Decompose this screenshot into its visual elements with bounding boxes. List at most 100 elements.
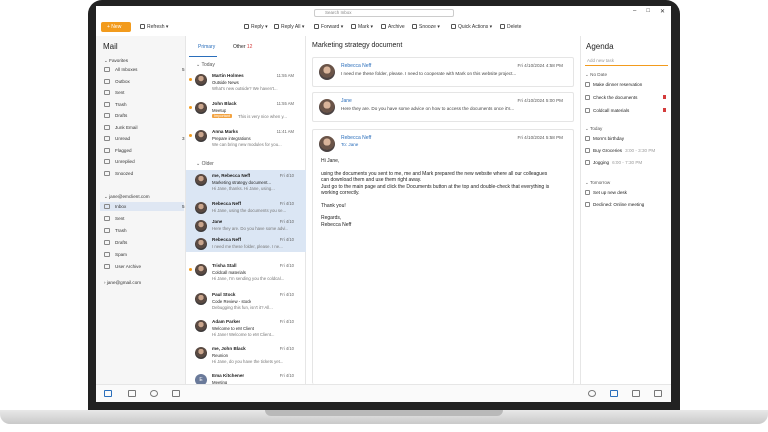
flag-icon[interactable] xyxy=(663,108,666,112)
agenda-group-no-date[interactable]: ⌄ No Date xyxy=(585,72,607,78)
favorites-header[interactable]: ⌄ Favorites xyxy=(104,58,128,64)
quick-actions-button[interactable]: Quick Actions ▾ xyxy=(451,24,492,30)
sidebar-item[interactable]: Flagged xyxy=(104,147,132,153)
chat-icon[interactable] xyxy=(632,390,640,397)
folder-icon xyxy=(104,101,110,107)
message-time: 11:41 AM xyxy=(276,129,294,134)
avatar xyxy=(195,238,207,250)
avatar xyxy=(195,102,207,114)
avatar xyxy=(195,347,207,359)
agenda-group-today[interactable]: ⌄ Today xyxy=(585,126,602,132)
event-icon xyxy=(585,190,590,195)
folder-icon xyxy=(104,264,110,269)
sidebar-item[interactable]: All Inboxes 5 xyxy=(104,67,185,72)
recipient[interactable]: To: Jane xyxy=(341,142,358,147)
agenda-item[interactable]: Buy Groceries 3:00 - 3:30 PM xyxy=(585,148,655,153)
message-time: 11:55 AM xyxy=(276,101,294,106)
new-button[interactable]: + New xyxy=(101,22,131,32)
thread-message[interactable]: Rebecca Neff Fri 4/10/2024 4:58 PM I nee… xyxy=(312,57,574,87)
agenda-group-tomorrow[interactable]: ⌄ Tomorrow xyxy=(585,180,610,186)
reading-pane: Marketing strategy document Rebecca Neff… xyxy=(306,36,580,384)
sidebar-item-label: Snoozed xyxy=(115,170,134,176)
close-icon[interactable]: ✕ xyxy=(660,8,665,15)
contacts-icon[interactable] xyxy=(588,390,596,397)
task-item[interactable]: Check the documents xyxy=(585,95,637,100)
search-input[interactable]: Search Inbox xyxy=(314,9,454,17)
sidebar: Mail ⌄ Favorites All Inboxes 5 Outbox Sent T… xyxy=(96,36,186,384)
agenda-item[interactable]: Jogging 6:00 - 7:30 PM xyxy=(585,160,642,165)
sidebar-item[interactable]: User Archive xyxy=(104,264,141,269)
mark-button[interactable]: Mark ▾ xyxy=(351,24,373,30)
sidebar-item[interactable]: Spam xyxy=(104,252,127,257)
avatar xyxy=(195,264,207,276)
sidebar-item[interactable]: Drafts xyxy=(104,240,127,245)
sidebar-item-count: 5 xyxy=(182,67,185,72)
checkbox-icon[interactable] xyxy=(585,108,590,113)
minimize-icon[interactable]: – xyxy=(633,8,636,15)
flag-icon[interactable] xyxy=(663,95,666,99)
sidebar-item-label: Trash xyxy=(115,228,127,233)
contacts-icon[interactable] xyxy=(150,390,158,397)
sidebar-item[interactable]: Unreplied xyxy=(104,159,135,164)
tab-other[interactable]: Other 12 xyxy=(233,44,252,50)
sidebar-item[interactable]: Unread 3 xyxy=(104,136,185,141)
sidebar-item[interactable]: Sent xyxy=(104,90,124,95)
sidebar-item[interactable]: Outbox xyxy=(104,78,130,84)
folder-icon xyxy=(104,136,110,141)
sidebar-item[interactable]: Inbox 5 xyxy=(104,204,185,209)
refresh-button[interactable]: Refresh ▾ xyxy=(140,24,168,30)
account2-header[interactable]: › jane@gmail.com xyxy=(104,280,141,285)
task-item[interactable]: Make dinner reservation xyxy=(585,82,642,87)
add-task-input[interactable]: Add new task xyxy=(585,56,668,66)
sender-name[interactable]: Rebecca Neff xyxy=(341,135,371,141)
task-item[interactable]: Coldcall materials xyxy=(585,108,629,113)
message-subject: Coldcall materials xyxy=(212,270,246,275)
checkbox-icon[interactable] xyxy=(585,95,590,100)
archive-button[interactable]: Archive xyxy=(381,24,405,30)
message-preview: Hi Jane, thanks. Hi Jane, using... xyxy=(212,186,275,191)
mail-icon[interactable] xyxy=(104,390,112,397)
delete-button[interactable]: Delete xyxy=(500,24,521,30)
sender-name: Jane xyxy=(212,219,223,224)
sidebar-item[interactable]: Trash xyxy=(104,228,127,233)
list-item[interactable]: Anna Marks 11:41 AM Prepare integrations We… xyxy=(186,126,306,158)
message-date: Fri 4/10/2024 5:00 PM xyxy=(517,98,563,103)
list-item[interactable]: Rebecca Neff Fri 4/10 I need me these fold… xyxy=(186,234,306,252)
sidebar-item[interactable]: Snoozed xyxy=(104,170,134,176)
list-item[interactable]: Rebecca Neff Fri 4/10 Hi Jane, using the d… xyxy=(186,198,306,216)
snooze-button[interactable]: Snooze ▾ xyxy=(412,24,440,30)
tasks-icon[interactable] xyxy=(172,390,180,397)
event-label: Mom's birthday xyxy=(593,136,625,141)
tab-primary[interactable]: Primary xyxy=(198,44,215,50)
calendar-icon[interactable] xyxy=(128,390,136,397)
account-header[interactable]: ⌄ jane@emclient.com xyxy=(104,194,150,200)
sidebar-item[interactable]: Sent xyxy=(104,216,124,221)
message-time: Fri 4/10 xyxy=(279,219,294,224)
sidebar-item[interactable]: Trash xyxy=(104,101,127,107)
list-item[interactable]: Jane Fri 4/10 Here they are. Do you have s… xyxy=(186,216,306,234)
forward-button[interactable]: Forward ▾ xyxy=(314,24,343,30)
group-today[interactable]: ⌄ Today xyxy=(196,62,215,68)
tab-indicator xyxy=(189,56,217,57)
body-paragraph: using the documents you sent to me, me a… xyxy=(321,170,548,184)
calendar-icon[interactable] xyxy=(654,390,662,397)
sidebar-item[interactable]: Junk Email xyxy=(104,124,137,130)
agenda-item[interactable]: Mom's birthday xyxy=(585,136,627,141)
group-older[interactable]: ⌄ Older xyxy=(196,161,214,167)
body-paragraph: Rebecca Neff xyxy=(321,221,352,228)
agenda-item[interactable]: Declined: Online meeting xyxy=(585,202,644,207)
reply-button[interactable]: Reply ▾ xyxy=(244,24,268,30)
task-label: Make dinner reservation xyxy=(593,82,643,87)
thread-message[interactable]: Jane Fri 4/10/2024 5:00 PM Here they are… xyxy=(312,92,574,122)
agenda-item[interactable]: Set up new desk xyxy=(585,190,627,195)
avatar xyxy=(319,64,335,80)
sidebar-item[interactable]: Drafts xyxy=(104,113,127,118)
checkbox-icon[interactable] xyxy=(585,82,590,87)
reply-all-button[interactable]: Reply All ▾ xyxy=(274,24,304,30)
list-item[interactable]: Trisha Stall Fri 4/10 Coldcall materials Hi… xyxy=(186,260,306,292)
maximize-icon[interactable]: □ xyxy=(646,8,650,15)
lightning-icon xyxy=(451,24,456,29)
tasks-icon[interactable] xyxy=(610,390,618,397)
message-date: Fri 4/10/2024 5:58 PM xyxy=(517,135,563,140)
folder-icon xyxy=(104,204,110,209)
